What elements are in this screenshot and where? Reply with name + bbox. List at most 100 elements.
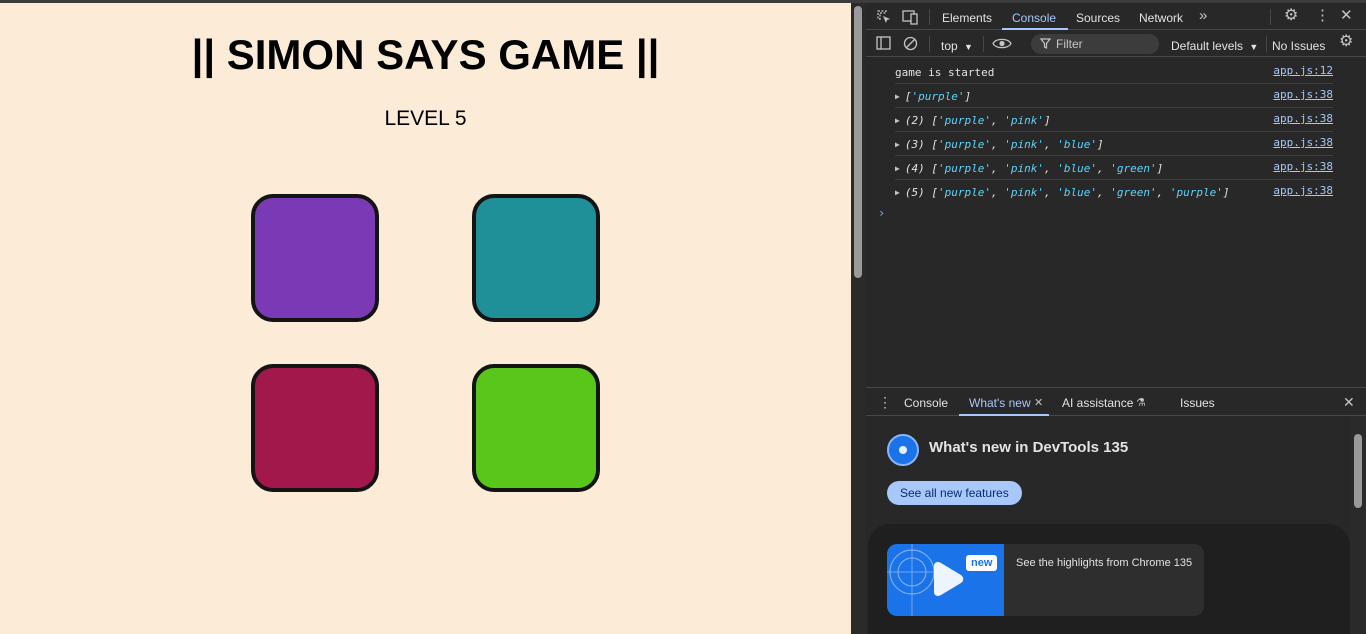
new-badge: new bbox=[966, 555, 998, 571]
console-log-source-link[interactable]: app.js:38 bbox=[1273, 184, 1333, 197]
video-thumbnail: new bbox=[887, 544, 1004, 616]
device-toolbar-icon[interactable] bbox=[902, 9, 919, 27]
context-selector-label: top bbox=[941, 39, 958, 53]
level-indicator: LEVEL 5 bbox=[384, 107, 467, 130]
array-item: blue bbox=[1063, 186, 1091, 199]
console-settings-gear-icon[interactable]: ⚙ bbox=[1339, 34, 1353, 50]
expand-triangle-icon[interactable]: ▶ bbox=[895, 116, 900, 125]
expand-triangle-icon[interactable]: ▶ bbox=[895, 92, 900, 101]
drawer-tab-issues[interactable]: Issues bbox=[1180, 396, 1215, 410]
log-levels-dropdown[interactable]: Default levels ▼ bbox=[1171, 39, 1258, 53]
toolbar-divider bbox=[1266, 36, 1267, 52]
console-log-row[interactable]: ▶ (2) ['purple', 'pink'] app.js:38 bbox=[895, 108, 1333, 132]
console-log-row[interactable]: ▶ (4) ['purple', 'pink', 'blue', 'green']… bbox=[895, 156, 1333, 180]
issues-counter[interactable]: No Issues bbox=[1272, 39, 1325, 53]
devtools-drawer: ⋮ Console What's new ✕ AI assistance ⚗ I… bbox=[866, 387, 1366, 634]
console-log-source-link[interactable]: app.js:12 bbox=[1273, 64, 1333, 77]
console-toolbar: top ▼ Filter Default levels ▼ No Issues … bbox=[866, 30, 1366, 57]
toolbar-divider bbox=[929, 36, 930, 52]
pink-game-button[interactable] bbox=[251, 364, 379, 492]
highlight-video-card[interactable]: new See the highlights from Chrome 135 bbox=[887, 544, 1204, 616]
live-expression-eye-icon[interactable] bbox=[992, 37, 1012, 52]
array-item: green bbox=[1116, 162, 1150, 175]
array-count: (2) bbox=[904, 114, 925, 127]
console-array-entry: ▶ (4) ['purple', 'pink', 'blue', 'green'] bbox=[895, 162, 1164, 175]
expand-triangle-icon[interactable]: ▶ bbox=[895, 188, 900, 197]
more-tabs-chevron-icon[interactable]: » bbox=[1199, 8, 1207, 23]
console-array-entry: ▶ (5) ['purple', 'pink', 'blue', 'green',… bbox=[895, 186, 1230, 199]
see-all-features-button[interactable]: See all new features bbox=[887, 481, 1022, 505]
console-log-source-link[interactable]: app.js:38 bbox=[1273, 160, 1333, 173]
drawer-tab-whats-new[interactable]: What's new bbox=[969, 396, 1031, 410]
devtools-panel: Elements Console Sources Network » ⚙ ⋮ ✕… bbox=[866, 3, 1366, 634]
settings-gear-icon[interactable]: ⚙ bbox=[1284, 8, 1298, 24]
array-item: purple bbox=[944, 114, 985, 127]
devtools-main-toolbar: Elements Console Sources Network » ⚙ ⋮ ✕ bbox=[866, 3, 1366, 30]
console-log-source-link[interactable]: app.js:38 bbox=[1273, 136, 1333, 149]
console-log-row[interactable]: ▶ ['purple'] app.js:38 bbox=[895, 84, 1333, 108]
whats-new-heading: What's new in DevTools 135 bbox=[929, 439, 1129, 456]
tab-elements[interactable]: Elements bbox=[942, 11, 992, 25]
array-item: green bbox=[1116, 186, 1150, 199]
array-item: pink bbox=[1010, 114, 1038, 127]
array-item: pink bbox=[1010, 162, 1038, 175]
array-count: (5) bbox=[904, 186, 925, 199]
drawer-tab-ai-assistance[interactable]: AI assistance bbox=[1062, 396, 1133, 410]
chevron-down-icon: ▼ bbox=[1249, 42, 1259, 52]
teal-game-button[interactable] bbox=[472, 194, 600, 322]
array-item: blue bbox=[1063, 162, 1091, 175]
console-log-row: game is started app.js:12 bbox=[895, 60, 1333, 84]
array-count: (3) bbox=[904, 138, 925, 151]
array-item: purple bbox=[944, 186, 985, 199]
tab-sources[interactable]: Sources bbox=[1076, 11, 1120, 25]
close-tab-icon[interactable]: ✕ bbox=[1034, 396, 1043, 410]
chevron-down-icon: ▼ bbox=[964, 42, 973, 52]
toolbar-divider bbox=[1270, 9, 1271, 25]
clear-console-icon[interactable] bbox=[903, 36, 918, 53]
purple-game-button[interactable] bbox=[251, 194, 379, 322]
expand-triangle-icon[interactable]: ▶ bbox=[895, 140, 900, 149]
sidebar-toggle-icon[interactable] bbox=[876, 36, 891, 52]
tab-console[interactable]: Console bbox=[1012, 11, 1056, 25]
whats-new-panel: What's new in DevTools 135 See all new f… bbox=[866, 416, 1350, 634]
drawer-tab-console[interactable]: Console bbox=[904, 396, 948, 410]
drawer-menu-icon[interactable]: ⋮ bbox=[878, 395, 892, 409]
toolbar-divider bbox=[929, 9, 930, 25]
array-count: (4) bbox=[904, 162, 925, 175]
console-log-source-link[interactable]: app.js:38 bbox=[1273, 112, 1333, 125]
console-log-row[interactable]: ▶ (3) ['purple', 'pink', 'blue'] app.js:3… bbox=[895, 132, 1333, 156]
console-log-message: game is started bbox=[895, 66, 995, 79]
console-array-entry: ▶ (2) ['purple', 'pink'] bbox=[895, 114, 1051, 127]
array-item: purple bbox=[944, 162, 985, 175]
console-array-entry: ▶ ['purple'] bbox=[895, 90, 972, 103]
filter-input[interactable]: Filter bbox=[1031, 34, 1159, 54]
filter-placeholder: Filter bbox=[1056, 37, 1083, 51]
console-prompt-chevron-icon[interactable]: › bbox=[878, 206, 885, 220]
page-title: || SIMON SAYS GAME || bbox=[191, 31, 660, 78]
toolbar-divider bbox=[983, 36, 984, 52]
close-drawer-icon[interactable]: ✕ bbox=[1343, 395, 1355, 409]
console-log-row[interactable]: ▶ (5) ['purple', 'pink', 'blue', 'green',… bbox=[895, 180, 1333, 204]
game-page: || SIMON SAYS GAME || LEVEL 5 bbox=[0, 3, 851, 634]
page-scrollbar-thumb[interactable] bbox=[854, 6, 862, 278]
filter-funnel-icon bbox=[1039, 38, 1052, 53]
green-game-button[interactable] bbox=[472, 364, 600, 492]
console-log-source-link[interactable]: app.js:38 bbox=[1273, 88, 1333, 101]
array-item: pink bbox=[1010, 186, 1038, 199]
close-devtools-icon[interactable]: ✕ bbox=[1340, 8, 1353, 23]
inspect-element-icon[interactable] bbox=[876, 9, 892, 27]
array-item: pink bbox=[1010, 138, 1038, 151]
array-item: purple bbox=[1176, 186, 1217, 199]
expand-triangle-icon[interactable]: ▶ bbox=[895, 164, 900, 173]
log-levels-label: Default levels bbox=[1171, 39, 1244, 53]
array-item: purple bbox=[918, 90, 958, 103]
tab-network[interactable]: Network bbox=[1139, 11, 1183, 25]
chrome-logo-icon bbox=[887, 434, 919, 466]
chrome-logo-center bbox=[897, 444, 909, 456]
console-array-entry: ▶ (3) ['purple', 'pink', 'blue'] bbox=[895, 138, 1104, 151]
array-item: blue bbox=[1063, 138, 1091, 151]
more-options-icon[interactable]: ⋮ bbox=[1315, 8, 1330, 23]
drawer-scrollbar-thumb[interactable] bbox=[1354, 434, 1362, 508]
highlight-caption: See the highlights from Chrome 135 bbox=[1016, 557, 1193, 569]
context-selector[interactable]: top ▼ bbox=[941, 39, 973, 53]
